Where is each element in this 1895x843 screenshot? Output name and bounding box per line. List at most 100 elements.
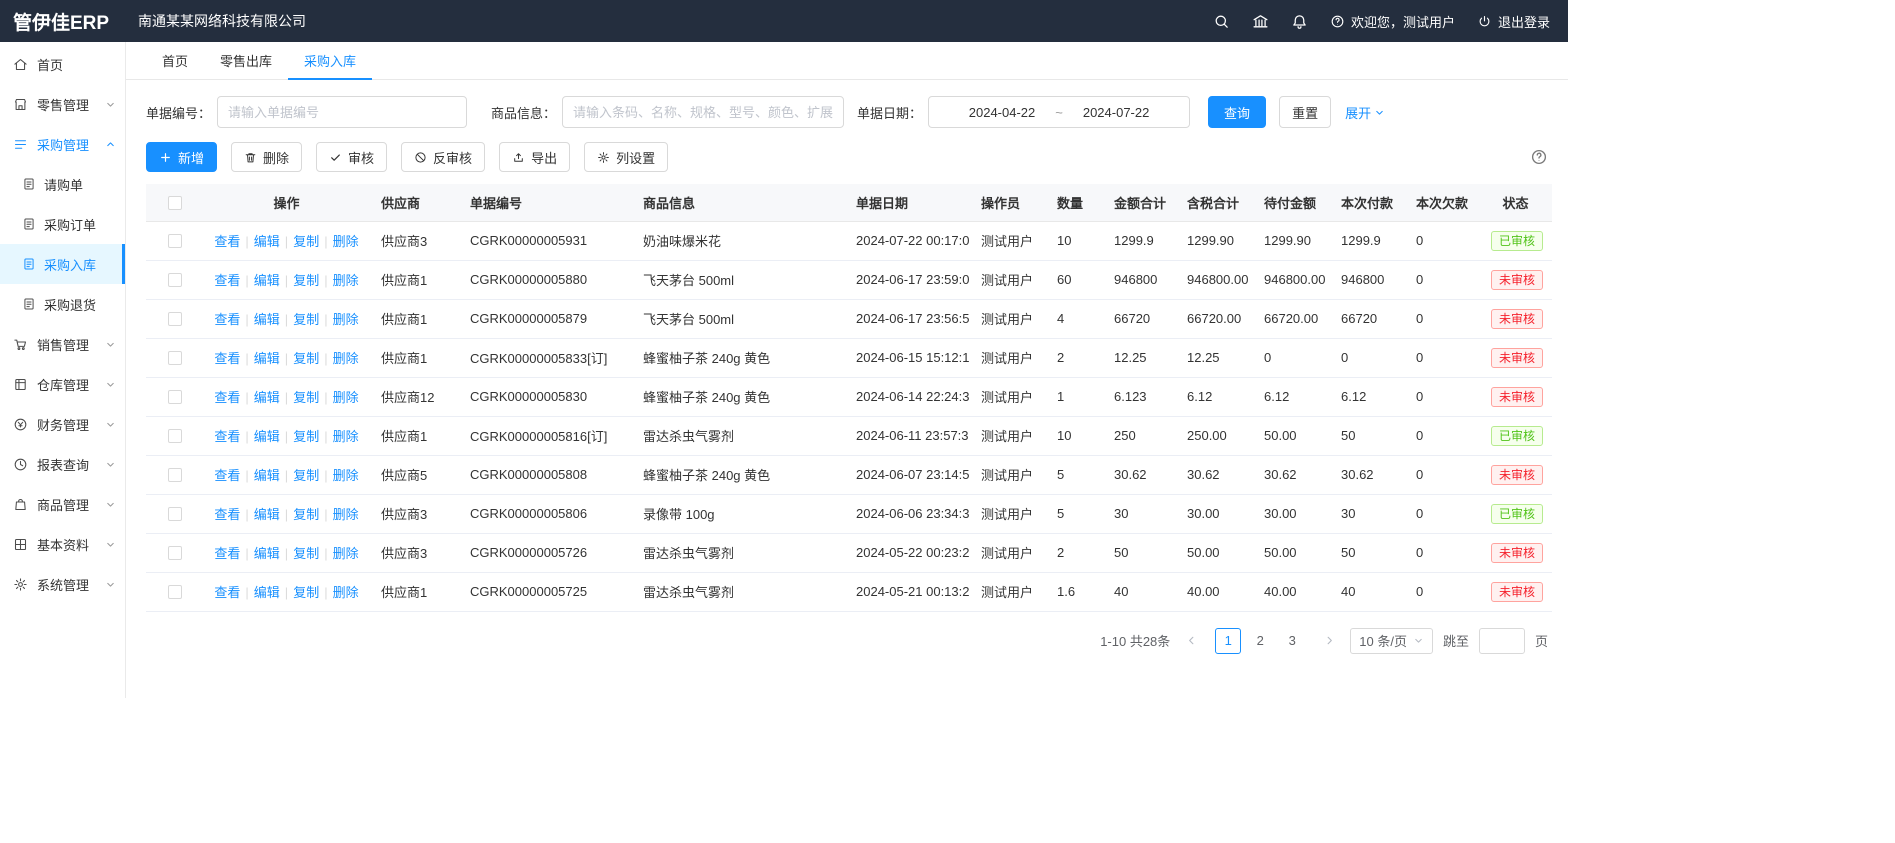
- row-action-edit[interactable]: 编辑: [254, 312, 280, 327]
- goods-info-input[interactable]: [562, 96, 844, 128]
- sidebar-item-purchase[interactable]: 采购管理: [0, 124, 125, 164]
- row-action-delete[interactable]: 删除: [333, 273, 359, 288]
- sidebar-item-finance[interactable]: 财务管理: [0, 404, 125, 444]
- unaudit-button[interactable]: 反审核: [401, 142, 485, 172]
- sidebar-item-purchase-inbound[interactable]: 采购入库: [0, 244, 125, 284]
- action-separator: |: [285, 390, 288, 405]
- date-range-picker[interactable]: 2024-04-22 ~ 2024-07-22: [928, 96, 1190, 128]
- row-action-delete[interactable]: 删除: [333, 390, 359, 405]
- row-action-edit[interactable]: 编辑: [254, 351, 280, 366]
- page-size-select[interactable]: 10 条/页: [1350, 628, 1433, 654]
- cell-checkbox: [146, 221, 204, 260]
- add-button[interactable]: 新增: [146, 142, 217, 172]
- row-action-view[interactable]: 查看: [214, 546, 240, 561]
- row-action-delete[interactable]: 删除: [333, 546, 359, 561]
- row-action-delete[interactable]: 删除: [333, 312, 359, 327]
- row-action-delete[interactable]: 删除: [333, 468, 359, 483]
- row-action-edit[interactable]: 编辑: [254, 585, 280, 600]
- row-action-copy[interactable]: 复制: [293, 390, 319, 405]
- page-button-1[interactable]: 1: [1215, 628, 1241, 654]
- cell-checkbox: [146, 377, 204, 416]
- row-checkbox[interactable]: [168, 546, 182, 560]
- tab-home[interactable]: 首页: [146, 42, 204, 80]
- search-button[interactable]: 查询: [1208, 96, 1266, 128]
- row-checkbox[interactable]: [168, 507, 182, 521]
- sidebar-item-warehouse[interactable]: 仓库管理: [0, 364, 125, 404]
- help-icon[interactable]: [1530, 148, 1548, 166]
- row-action-edit[interactable]: 编辑: [254, 429, 280, 444]
- welcome-user[interactable]: 欢迎您，测试用户: [1330, 12, 1455, 31]
- jump-page-input[interactable]: [1479, 628, 1525, 654]
- row-action-view[interactable]: 查看: [214, 351, 240, 366]
- prev-page-button[interactable]: [1180, 628, 1202, 654]
- row-action-copy[interactable]: 复制: [293, 429, 319, 444]
- row-action-view[interactable]: 查看: [214, 429, 240, 444]
- doc-icon: [22, 217, 36, 231]
- bill-number-input[interactable]: [217, 96, 467, 128]
- expand-link[interactable]: 展开: [1345, 103, 1385, 122]
- sidebar-item-goods[interactable]: 商品管理: [0, 484, 125, 524]
- sidebar-item-purchase-order[interactable]: 采购订单: [0, 204, 125, 244]
- logout-button[interactable]: 退出登录: [1477, 12, 1550, 31]
- delete-button[interactable]: 删除: [231, 142, 302, 172]
- row-action-delete[interactable]: 删除: [333, 234, 359, 249]
- export-button[interactable]: 导出: [499, 142, 570, 172]
- row-checkbox[interactable]: [168, 468, 182, 482]
- sidebar-item-basedata[interactable]: 基本资料: [0, 524, 125, 564]
- tab-purchase-inbound[interactable]: 采购入库: [288, 42, 372, 80]
- row-action-edit[interactable]: 编辑: [254, 546, 280, 561]
- row-action-edit[interactable]: 编辑: [254, 507, 280, 522]
- column-settings-button[interactable]: 列设置: [584, 142, 668, 172]
- sidebar-item-purchase-return[interactable]: 采购退货: [0, 284, 125, 324]
- audit-button[interactable]: 审核: [316, 142, 387, 172]
- row-checkbox[interactable]: [168, 585, 182, 599]
- row-action-copy[interactable]: 复制: [293, 546, 319, 561]
- sidebar-item-home[interactable]: 首页: [0, 44, 125, 84]
- row-action-copy[interactable]: 复制: [293, 585, 319, 600]
- row-action-view[interactable]: 查看: [214, 390, 240, 405]
- sidebar-item-sales[interactable]: 销售管理: [0, 324, 125, 364]
- row-action-view[interactable]: 查看: [214, 507, 240, 522]
- row-action-edit[interactable]: 编辑: [254, 234, 280, 249]
- sidebar-item-report[interactable]: 报表查询: [0, 444, 125, 484]
- logout-text: 退出登录: [1498, 12, 1550, 31]
- row-checkbox[interactable]: [168, 351, 182, 365]
- row-action-delete[interactable]: 删除: [333, 585, 359, 600]
- row-action-copy[interactable]: 复制: [293, 468, 319, 483]
- row-action-copy[interactable]: 复制: [293, 273, 319, 288]
- row-action-view[interactable]: 查看: [214, 585, 240, 600]
- row-action-view[interactable]: 查看: [214, 312, 240, 327]
- sidebar-item-system[interactable]: 系统管理: [0, 564, 125, 604]
- row-action-view[interactable]: 查看: [214, 468, 240, 483]
- row-action-delete[interactable]: 删除: [333, 507, 359, 522]
- reset-button[interactable]: 重置: [1279, 96, 1331, 128]
- row-checkbox[interactable]: [168, 234, 182, 248]
- row-action-delete[interactable]: 删除: [333, 429, 359, 444]
- next-page-button[interactable]: [1318, 628, 1340, 654]
- row-action-copy[interactable]: 复制: [293, 507, 319, 522]
- bank-icon[interactable]: [1252, 13, 1269, 30]
- row-action-edit[interactable]: 编辑: [254, 468, 280, 483]
- sidebar-item-retail[interactable]: 零售管理: [0, 84, 125, 124]
- row-action-copy[interactable]: 复制: [293, 351, 319, 366]
- row-action-view[interactable]: 查看: [214, 273, 240, 288]
- page-button-3[interactable]: 3: [1279, 628, 1305, 654]
- row-action-copy[interactable]: 复制: [293, 234, 319, 249]
- page-button-2[interactable]: 2: [1247, 628, 1273, 654]
- row-action-edit[interactable]: 编辑: [254, 273, 280, 288]
- sidebar-item-purchase-requisition[interactable]: 请购单: [0, 164, 125, 204]
- row-action-copy[interactable]: 复制: [293, 312, 319, 327]
- bell-icon[interactable]: [1291, 13, 1308, 30]
- search-icon[interactable]: [1213, 13, 1230, 30]
- tab-retail-outbound[interactable]: 零售出库: [204, 42, 288, 80]
- row-checkbox[interactable]: [168, 312, 182, 326]
- row-checkbox[interactable]: [168, 429, 182, 443]
- column-header: 操作员: [969, 184, 1045, 221]
- row-checkbox[interactable]: [168, 390, 182, 404]
- cell-debt: 0: [1404, 377, 1479, 416]
- row-checkbox[interactable]: [168, 273, 182, 287]
- row-action-delete[interactable]: 删除: [333, 351, 359, 366]
- row-action-edit[interactable]: 编辑: [254, 390, 280, 405]
- row-action-view[interactable]: 查看: [214, 234, 240, 249]
- select-all-checkbox[interactable]: [168, 196, 182, 210]
